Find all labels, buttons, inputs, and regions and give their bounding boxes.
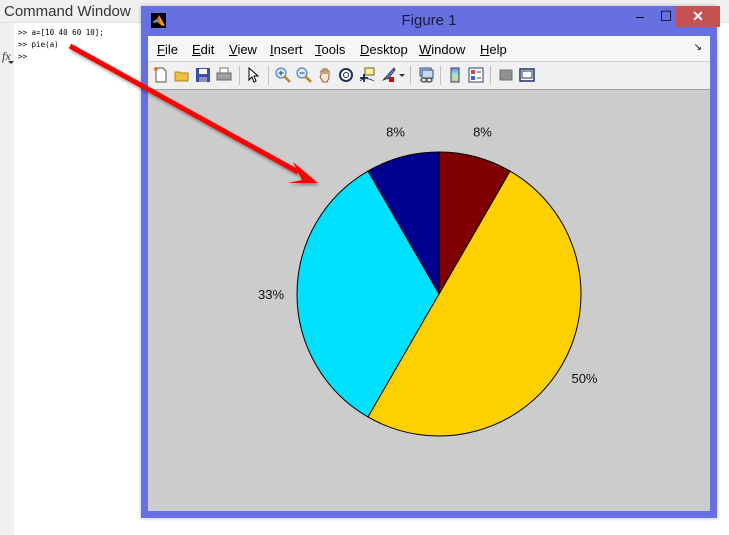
new-figure-icon[interactable] bbox=[153, 67, 169, 83]
menu-insert[interactable]: Insert bbox=[270, 42, 303, 57]
data-cursor-icon[interactable] bbox=[359, 67, 375, 83]
figure-toolbar bbox=[148, 62, 710, 90]
toolbar-separator bbox=[490, 66, 491, 85]
minimize-button[interactable]: – bbox=[627, 6, 653, 27]
pie-label-4: 8% bbox=[473, 125, 492, 140]
menu-label: iew bbox=[237, 42, 257, 57]
command-prompt[interactable]: >> bbox=[18, 52, 27, 61]
menu-label: indow bbox=[431, 42, 466, 57]
show-plot-tools-icon[interactable] bbox=[519, 67, 535, 83]
command-line[interactable]: >> pie(a) bbox=[18, 40, 59, 49]
hide-plot-tools-icon[interactable] bbox=[498, 67, 514, 83]
menu-label: nsert bbox=[273, 42, 303, 57]
brush-icon[interactable] bbox=[380, 67, 396, 83]
save-icon[interactable] bbox=[195, 67, 211, 83]
menu-mnemonic: H bbox=[480, 42, 490, 57]
menu-desktop[interactable]: Desktop bbox=[360, 42, 408, 57]
menu-file[interactable]: File bbox=[157, 42, 178, 57]
menu-help[interactable]: Help bbox=[480, 42, 507, 57]
menu-mnemonic: W bbox=[419, 42, 432, 57]
toolbar-separator bbox=[410, 66, 411, 85]
command-window-title: Command Window bbox=[4, 3, 131, 20]
pan-hand-icon[interactable] bbox=[317, 67, 333, 83]
fx-dropdown-icon[interactable] bbox=[8, 61, 14, 64]
menu-label: ools bbox=[321, 42, 346, 57]
plot-area[interactable]: 8% 33% 50% 8% bbox=[148, 90, 710, 511]
edit-plot-arrow-icon[interactable] bbox=[246, 67, 262, 83]
menu-label: dit bbox=[200, 42, 215, 57]
figure-window: Figure 1 – ☐ ✕ File Edit View Insert Too… bbox=[141, 6, 720, 518]
menu-mnemonic: D bbox=[360, 42, 370, 57]
toolbar-separator bbox=[268, 66, 269, 85]
pie-label-1: 8% bbox=[386, 125, 405, 140]
zoom-in-icon[interactable] bbox=[275, 67, 291, 83]
pie-chart: 8% 33% 50% 8% bbox=[258, 125, 598, 437]
menu-label: elp bbox=[489, 42, 507, 57]
legend-icon[interactable] bbox=[468, 67, 484, 83]
menu-label: esktop bbox=[369, 42, 408, 57]
menu-tools[interactable]: Tools bbox=[315, 42, 345, 57]
toolbar-separator bbox=[440, 66, 441, 85]
toolbar-separator bbox=[239, 66, 240, 85]
rotate-3d-icon[interactable] bbox=[338, 67, 354, 83]
menu-mnemonic: E bbox=[192, 42, 201, 57]
link-plot-icon[interactable] bbox=[418, 67, 434, 83]
menu-label: ile bbox=[164, 42, 178, 57]
menu-edit[interactable]: Edit bbox=[192, 42, 214, 57]
zoom-out-icon[interactable] bbox=[296, 67, 312, 83]
colorbar-icon[interactable] bbox=[447, 67, 463, 83]
print-icon[interactable] bbox=[216, 67, 232, 83]
open-file-icon[interactable] bbox=[174, 67, 190, 83]
close-button[interactable]: ✕ bbox=[676, 6, 720, 27]
command-window-gutter bbox=[0, 23, 14, 535]
dock-figure-icon[interactable]: ↘ bbox=[694, 42, 702, 53]
menu-bar: File Edit View Insert Tools Desktop Wind… bbox=[148, 36, 710, 62]
command-line[interactable]: >> a=[10 40 60 10]; bbox=[18, 28, 104, 37]
menu-window[interactable]: Window bbox=[419, 42, 465, 57]
pie-label-2: 33% bbox=[258, 287, 284, 302]
menu-mnemonic: F bbox=[157, 42, 165, 57]
menu-view[interactable]: View bbox=[229, 42, 257, 57]
brush-dropdown-icon[interactable] bbox=[399, 74, 405, 77]
pie-label-3: 50% bbox=[571, 371, 597, 386]
